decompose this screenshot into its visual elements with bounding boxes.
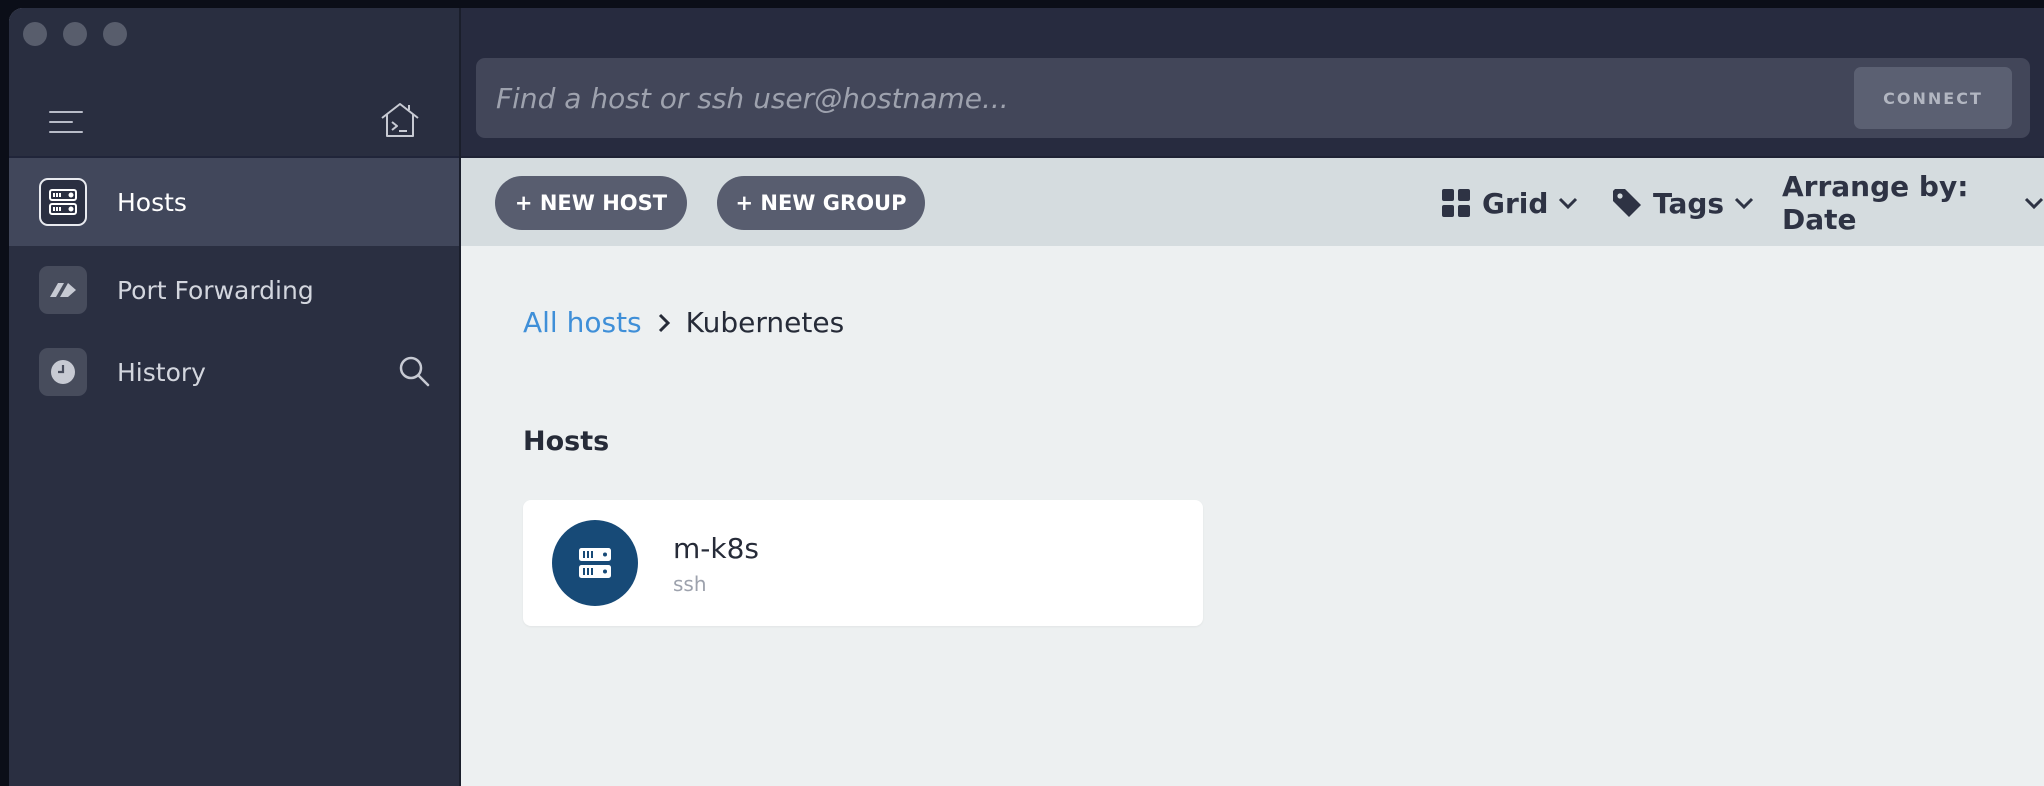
chevron-right-icon — [658, 313, 670, 332]
search-icon[interactable] — [397, 354, 431, 388]
minimize-window-button[interactable] — [63, 22, 87, 46]
breadcrumb: All hosts Kubernetes — [523, 306, 844, 339]
sidebar-item-hosts[interactable]: Hosts — [9, 158, 459, 246]
new-host-button[interactable]: + NEW HOST — [495, 176, 687, 230]
arrange-dropdown-label: Arrange by: Date — [1782, 170, 1969, 236]
view-dropdown[interactable]: Grid — [1442, 176, 1578, 230]
main-content: All hosts Kubernetes Hosts m-k8s ssh — [461, 246, 2044, 786]
close-window-button[interactable] — [23, 22, 47, 46]
hosts-section-title: Hosts — [523, 426, 610, 457]
forward-arrows-icon — [39, 266, 87, 314]
search-bar: CONNECT — [476, 58, 2030, 138]
host-name: m-k8s — [673, 532, 759, 565]
host-card[interactable]: m-k8s ssh — [523, 500, 1203, 626]
chevron-down-icon — [1559, 197, 1578, 210]
sidebar-header — [9, 8, 459, 158]
server-icon — [552, 520, 638, 606]
chevron-down-icon — [2024, 197, 2044, 210]
app-window: Hosts Port Forwarding History Find a hos… — [9, 8, 2044, 786]
sidebar-item-label: Hosts — [117, 187, 187, 217]
tags-dropdown-label: Tags — [1653, 186, 1725, 220]
sidebar-item-port-forwarding[interactable]: Port Forwarding — [9, 246, 459, 334]
search-input[interactable] — [496, 58, 1846, 138]
sidebar: Hosts Port Forwarding History — [9, 8, 461, 786]
sidebar-item-label: Port Forwarding — [117, 275, 314, 305]
window-controls — [23, 22, 127, 46]
tag-icon — [1613, 189, 1641, 217]
sidebar-item-label: History — [117, 357, 206, 387]
toolbar: + NEW HOST + NEW GROUP Grid Tags Arrange… — [461, 158, 2044, 246]
server-icon — [39, 178, 87, 226]
view-dropdown-label: Grid — [1482, 186, 1549, 220]
clock-icon — [39, 348, 87, 396]
tags-dropdown[interactable]: Tags — [1611, 176, 1754, 230]
top-bar: CONNECT — [461, 8, 2044, 158]
arrange-dropdown[interactable]: Arrange by: Date — [1782, 170, 2044, 236]
breadcrumb-current: Kubernetes — [685, 306, 845, 339]
sidebar-item-history[interactable]: History — [9, 328, 459, 416]
chevron-down-icon — [1735, 197, 1754, 210]
hamburger-menu-icon[interactable] — [49, 109, 83, 135]
home-terminal-icon[interactable] — [379, 100, 421, 140]
connect-button[interactable]: CONNECT — [1854, 67, 2012, 129]
new-group-button[interactable]: + NEW GROUP — [717, 176, 925, 230]
host-protocol: ssh — [673, 572, 707, 596]
zoom-window-button[interactable] — [103, 22, 127, 46]
grid-icon — [1442, 189, 1470, 217]
breadcrumb-all-hosts-link[interactable]: All hosts — [523, 306, 642, 339]
